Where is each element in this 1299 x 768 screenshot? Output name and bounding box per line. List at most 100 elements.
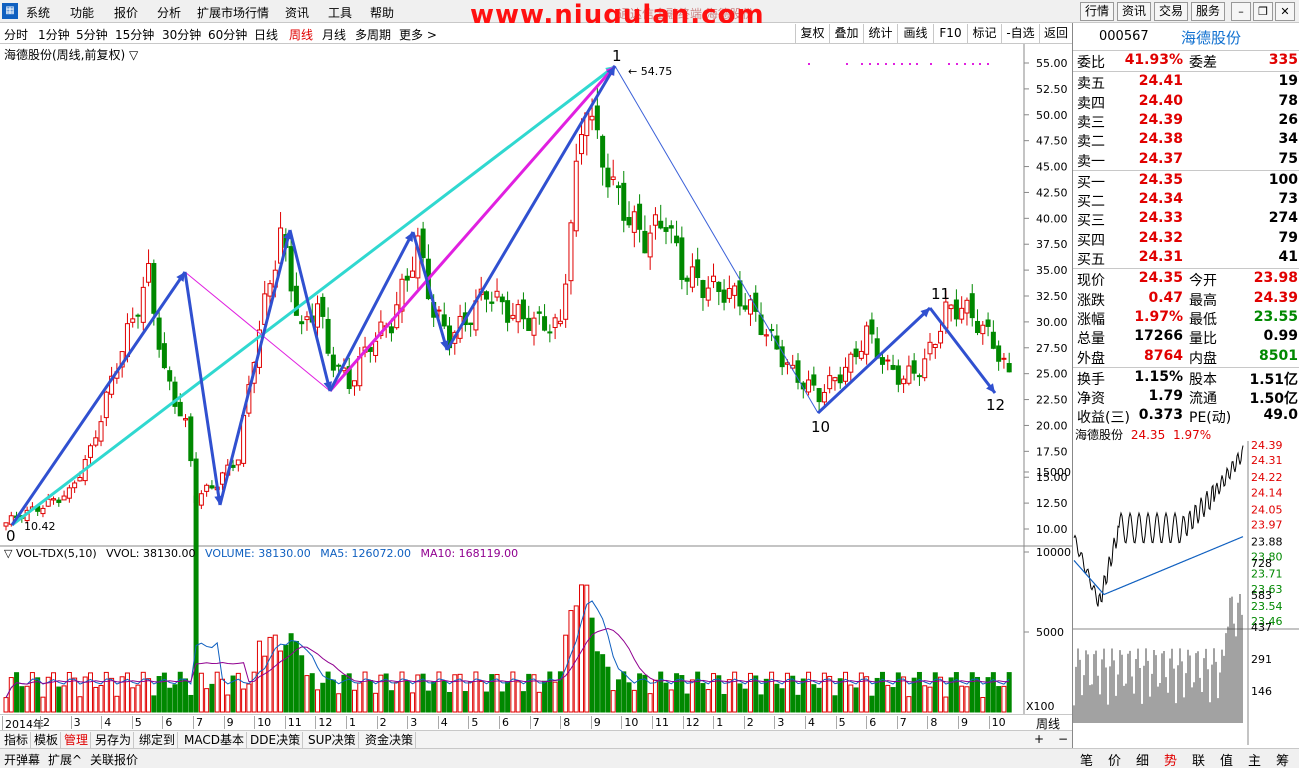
volume-unit-label: X100	[1026, 700, 1055, 713]
app-logo-icon[interactable]: ▦	[2, 3, 18, 19]
candle-body	[721, 289, 727, 303]
btn-service[interactable]: 服务	[1191, 2, 1225, 21]
candle-body	[906, 365, 912, 384]
volume-bar	[615, 679, 621, 713]
candle-body	[1001, 357, 1007, 360]
close-icon[interactable]: ✕	[1275, 2, 1295, 21]
volume-bar	[505, 681, 511, 713]
menu-help[interactable]: 帮助	[370, 4, 394, 21]
candle-body	[404, 275, 410, 281]
stock-header: 000567 海德股份	[1073, 23, 1299, 51]
minimize-icon[interactable]: –	[1231, 2, 1251, 21]
right-tab[interactable]: 价	[1101, 750, 1128, 768]
stats-row-val2: 8501	[1259, 347, 1298, 364]
tool-watchlist[interactable]: -自选	[1001, 24, 1039, 43]
menu-analysis[interactable]: 分析	[157, 4, 181, 21]
intraday-mini-chart[interactable]: 24.3924.3124.2224.1424.0523.9723.8823.80…	[1073, 441, 1299, 745]
buy-row: 买四 24.32 79	[1073, 229, 1299, 249]
menu-quote[interactable]: 报价	[114, 4, 138, 21]
signal-dot	[909, 63, 911, 65]
date-label: 6	[866, 716, 876, 729]
menu-extended-market[interactable]: 扩展市场行情	[197, 4, 269, 21]
period-1min[interactable]: 1分钟	[38, 26, 70, 43]
volume-bar	[879, 671, 885, 713]
date-label: 3	[70, 716, 81, 729]
btn-news[interactable]: 资讯	[1117, 2, 1151, 21]
stats2-row-val2: 1.50亿	[1249, 391, 1298, 408]
right-tab[interactable]: 筹	[1269, 750, 1296, 768]
tab-template[interactable]: 模板	[32, 732, 62, 748]
right-tab[interactable]: 值	[1213, 750, 1240, 768]
kline-chart[interactable]: 55.00 52.50 50.00 47.50 45.00 42.50 40.00 37.50…	[0, 44, 1072, 714]
right-tab[interactable]: 笔	[1073, 750, 1100, 768]
volume-bar	[188, 694, 194, 713]
volume-bar	[721, 693, 727, 713]
btn-market[interactable]: 行情	[1080, 2, 1114, 21]
tool-mark[interactable]: 标记	[967, 24, 1001, 43]
minus-icon[interactable]: −	[1058, 732, 1068, 746]
btn-expand[interactable]: 扩展^	[48, 751, 82, 768]
volume-bar	[29, 672, 35, 713]
mini-price: 24.35	[1130, 428, 1166, 442]
candle-body	[299, 321, 305, 325]
candle-body	[93, 437, 99, 446]
tab-sup[interactable]: SUP决策	[306, 732, 359, 748]
tab-manage[interactable]: 管理	[62, 732, 92, 748]
candle-body	[526, 317, 532, 331]
vol-indicator-name[interactable]: ▽ VOL-TDX(5,10)	[4, 547, 97, 560]
date-label: 3	[774, 716, 784, 729]
tab-macd[interactable]: MACD基本	[182, 732, 247, 748]
tab-bind[interactable]: 绑定到	[137, 732, 179, 748]
right-tab[interactable]: 联	[1185, 750, 1212, 768]
volume-bar	[631, 689, 637, 713]
volume-bar	[214, 671, 220, 713]
candle-body	[911, 360, 917, 374]
tab-fund[interactable]: 资金决策	[363, 732, 417, 748]
tool-fuquan[interactable]: 复权	[795, 24, 829, 43]
tool-stats[interactable]: 统计	[863, 24, 897, 43]
tool-f10[interactable]: F10	[933, 24, 967, 43]
right-tab[interactable]: 势	[1157, 750, 1184, 768]
signal-dot	[979, 63, 981, 65]
period-60min[interactable]: 60分钟	[208, 26, 247, 43]
tab-dde[interactable]: DDE决策	[248, 732, 304, 748]
candle-body	[663, 227, 669, 232]
right-tab[interactable]: 细	[1129, 750, 1156, 768]
period-more[interactable]: 更多 >	[399, 26, 437, 43]
tab-indicator[interactable]: 指标	[2, 732, 32, 748]
menu-function[interactable]: 功能	[70, 4, 94, 21]
tool-draw[interactable]: 画线	[897, 24, 933, 43]
right-tab[interactable]: 主	[1241, 750, 1268, 768]
tool-back[interactable]: 返回	[1039, 24, 1072, 43]
tab-save-as[interactable]: 另存为	[93, 732, 135, 748]
period-30min[interactable]: 30分钟	[162, 26, 201, 43]
date-label: 1	[713, 716, 723, 729]
restore-icon[interactable]: ❐	[1253, 2, 1273, 21]
mini-price-label: 24.05	[1251, 503, 1283, 516]
volume-bar	[742, 688, 748, 713]
signal-dot	[948, 63, 950, 65]
period-5min[interactable]: 5分钟	[76, 26, 108, 43]
menu-system[interactable]: 系统	[26, 4, 50, 21]
volume-bar	[40, 696, 46, 713]
date-label: 1	[346, 716, 356, 729]
period-fenshi[interactable]: 分时	[4, 26, 28, 43]
period-daily[interactable]: 日线	[254, 26, 278, 43]
btn-related-quote[interactable]: 关联报价	[90, 751, 138, 768]
volume-bar	[705, 689, 711, 713]
menu-tools[interactable]: 工具	[328, 4, 352, 21]
candle-body	[695, 259, 701, 279]
btn-danmu[interactable]: 开弹幕	[4, 751, 40, 768]
candle-body	[56, 499, 62, 503]
candle-body	[489, 301, 495, 304]
btn-trade[interactable]: 交易	[1154, 2, 1188, 21]
stock-code: 000567	[1099, 29, 1149, 44]
period-15min[interactable]: 15分钟	[115, 26, 154, 43]
period-weekly[interactable]: 周线	[289, 26, 313, 43]
period-multi[interactable]: 多周期	[355, 26, 391, 43]
period-monthly[interactable]: 月线	[322, 26, 346, 43]
menu-news[interactable]: 资讯	[285, 4, 309, 21]
plus-icon[interactable]: +	[1034, 732, 1044, 746]
stock-name[interactable]: 海德股份	[1181, 27, 1241, 48]
tool-overlay[interactable]: 叠加	[829, 24, 863, 43]
